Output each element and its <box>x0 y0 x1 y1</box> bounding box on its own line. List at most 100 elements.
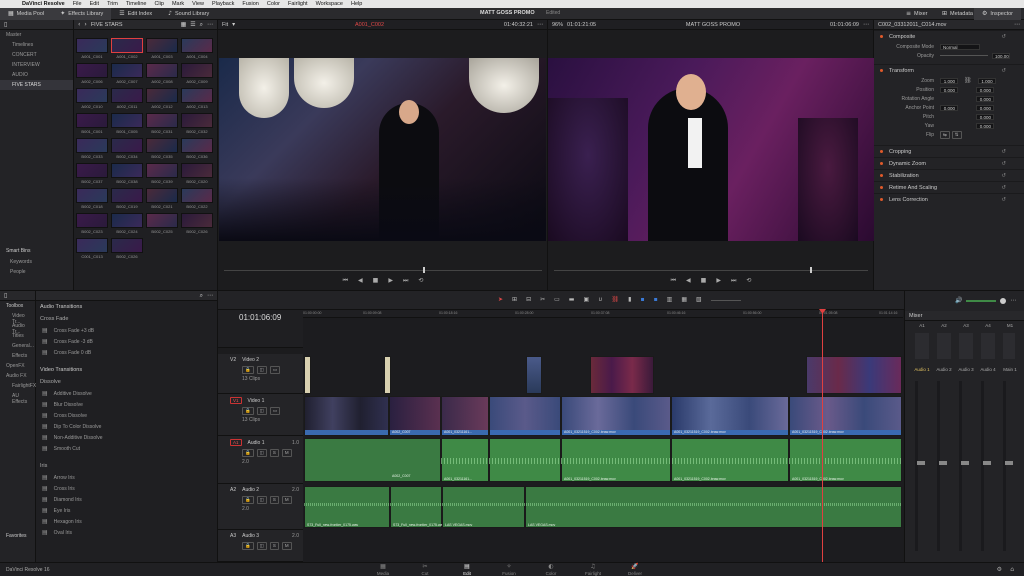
menu-color[interactable]: Color <box>267 1 280 7</box>
reset-icon[interactable]: ↺ <box>1001 185 1006 191</box>
timeline-viewer-playhead[interactable] <box>810 267 812 273</box>
clip-thumbnail[interactable]: A001_C001 <box>76 38 108 60</box>
track-name[interactable]: Audio 3 <box>242 533 259 539</box>
a2-audio-clip[interactable]: S73_Full_new-frontier_0175.wav <box>304 486 390 528</box>
dynamic-zoom-section[interactable]: Dynamic Zoom ↺ <box>874 157 1024 169</box>
auto-select-icon[interactable]: ◫ <box>256 496 267 504</box>
search-icon[interactable]: ⌕ <box>200 21 203 28</box>
a2-audio-clip[interactable]: LAS VEGAS.mov <box>442 486 525 528</box>
video-enable-icon[interactable]: ▭ <box>269 366 281 374</box>
menu-trim[interactable]: Trim <box>107 1 118 7</box>
clip-thumbnail[interactable]: A002_C009 <box>181 63 213 85</box>
blade-tool-icon[interactable]: ✂ <box>540 297 545 303</box>
toolbox-audio-transitions[interactable]: Audio Tr... <box>0 321 35 335</box>
toolbox-generators[interactable]: General... <box>0 341 35 351</box>
clip-thumbnail[interactable]: B002_C035 <box>146 138 178 160</box>
loop-icon[interactable]: ⟲ <box>746 278 751 284</box>
jog-left-icon[interactable]: ⏮ <box>343 278 348 284</box>
mixer-faders[interactable] <box>917 461 1017 465</box>
track-id[interactable]: V1 <box>230 397 242 404</box>
solo-button[interactable]: S <box>269 449 279 457</box>
retime-section[interactable]: Retime And Scaling ↺ <box>874 181 1024 193</box>
composite-mode-select[interactable]: Normal <box>940 43 980 50</box>
timeline-viewer-image[interactable] <box>548 58 874 241</box>
solo-button[interactable]: S <box>269 496 279 504</box>
dropdown-icon[interactable]: ▾ <box>232 21 235 28</box>
forward-icon[interactable]: › <box>84 21 86 28</box>
v1-video-clip[interactable] <box>304 396 389 436</box>
composite-section[interactable]: Composite ↺ <box>874 30 1024 42</box>
stop-icon[interactable]: ■ <box>373 278 379 284</box>
menu-help[interactable]: Help <box>351 1 362 7</box>
zoom-detail-icon[interactable]: ▦ <box>681 297 687 303</box>
effect-oval-iris[interactable]: ▤ Oval Iris <box>36 527 217 538</box>
anchor-x-field[interactable]: 0.000 <box>940 104 958 111</box>
list-view-icon[interactable]: ☰ <box>190 21 195 28</box>
zoom-y-field[interactable]: 1.000 <box>977 77 996 84</box>
jog-right-icon[interactable]: ⏭ <box>731 278 736 284</box>
opacity-field[interactable]: 100.00 <box>992 52 1010 59</box>
effect-dip-to-color[interactable]: ▤ Dip To Color Dissolve <box>36 421 217 432</box>
timeline-playhead[interactable] <box>822 310 823 562</box>
v1-video-clip[interactable]: A002_C007 <box>389 396 441 436</box>
clip-thumbnail[interactable]: C001_C013 <box>76 238 108 260</box>
play-icon[interactable]: ▶ <box>716 278 721 284</box>
effect-cross-iris[interactable]: ▤ Cross Iris <box>36 483 217 494</box>
auto-select-icon[interactable]: ◫ <box>256 542 267 550</box>
clip-thumbnail[interactable]: B002_C037 <box>76 163 108 185</box>
auto-select-icon[interactable]: ◫ <box>256 449 267 457</box>
a2-audio-clip[interactable]: LAS VEGAS.mov <box>525 486 902 528</box>
clip-thumbnail[interactable]: A001_C003 <box>146 38 178 60</box>
clip-thumbnail[interactable]: B002_C036 <box>181 138 213 160</box>
reset-icon[interactable]: ↺ <box>1001 34 1006 40</box>
snapping-icon[interactable]: ∪ <box>598 297 602 303</box>
mixer-strip-name[interactable]: Audio 2 <box>933 367 955 372</box>
volume-knob[interactable] <box>1000 298 1007 304</box>
zoom-x-field[interactable]: 1.000 <box>940 77 958 84</box>
pitch-field[interactable]: 0.000 <box>976 113 994 120</box>
clip-thumbnail[interactable]: B002_C023 <box>76 213 108 235</box>
timeline-timecode[interactable]: 01:01:06:09 <box>218 310 303 326</box>
smart-bin-keywords[interactable]: Keywords <box>0 257 38 267</box>
v2-title-clip[interactable] <box>384 356 391 394</box>
flag-icon[interactable]: ▪ <box>640 297 644 303</box>
sound-library-button[interactable]: ♪ Sound Library <box>160 8 217 20</box>
inspector-button[interactable]: ⚙ Inspector <box>974 7 1022 20</box>
mixer-button[interactable]: ≡ Mixer <box>898 8 935 20</box>
toolbox-openfx[interactable]: OpenFX <box>0 361 35 371</box>
track-id[interactable]: A3 <box>230 533 236 539</box>
play-reverse-icon[interactable]: ◀ <box>686 278 691 284</box>
clip-thumbnail[interactable]: B002_C019 <box>111 188 143 210</box>
lock-track-icon[interactable]: 🔒 <box>242 407 254 415</box>
v1-video-clip[interactable]: A001_03211519_C002.braw.mov <box>789 396 902 436</box>
v2-video-clip[interactable] <box>526 356 542 394</box>
toolbox-titles[interactable]: Titles <box>0 331 35 341</box>
clip-thumbnail[interactable]: B001_C005 <box>111 113 143 135</box>
loop-icon[interactable]: ⟲ <box>418 278 423 284</box>
lock-track-icon[interactable]: 🔒 <box>242 542 254 550</box>
mixer-strip-name[interactable]: Audio 3 <box>955 367 977 372</box>
timeline-ruler[interactable]: 01:00:00:00 01:00:09:08 01:00:18:16 01:0… <box>303 310 903 318</box>
bin-concert[interactable]: CONCERT <box>0 50 73 60</box>
menu-playback[interactable]: Playback <box>212 1 234 7</box>
selection-tool-icon[interactable]: ➤ <box>498 297 503 303</box>
toolbox-fairlightfx[interactable]: FairlightFX <box>0 381 36 391</box>
trim-tool-icon[interactable]: ⊞ <box>512 297 517 303</box>
clip-thumbnail[interactable]: B002_C033 <box>76 138 108 160</box>
source-viewer-image[interactable] <box>219 58 546 241</box>
mute-button[interactable]: M <box>281 496 292 504</box>
page-color[interactable]: ◐ Color <box>530 563 572 576</box>
zoom-full-icon[interactable]: ▥ <box>667 297 673 303</box>
more-icon[interactable]: ⋯ <box>1014 21 1020 28</box>
track-id[interactable]: A2 <box>230 487 236 493</box>
mute-button[interactable]: M <box>281 542 292 550</box>
a2-audio-clip[interactable]: S73_Full_new-frontier_0175.wav <box>390 486 444 528</box>
more-icon[interactable]: ⋯ <box>537 21 543 28</box>
effect-smooth-cut[interactable]: ▤ Smooth Cut <box>36 443 217 454</box>
effect-eye-iris[interactable]: ▤ Eye Iris <box>36 505 217 516</box>
clip-thumbnail[interactable]: B002_C024 <box>111 213 143 235</box>
lock-track-icon[interactable]: 🔒 <box>242 366 254 374</box>
cropping-section[interactable]: Cropping ↺ <box>874 145 1024 157</box>
source-scrubber[interactable] <box>224 270 542 271</box>
source-playhead[interactable] <box>423 267 425 273</box>
